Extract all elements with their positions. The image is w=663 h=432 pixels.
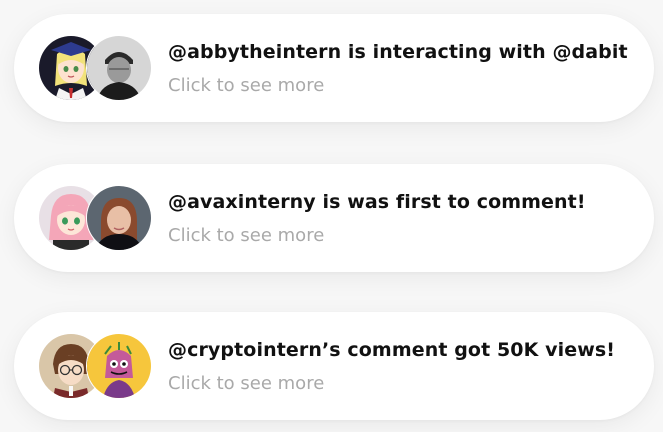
man-beanie-avatar	[86, 35, 152, 101]
notification-text: @avaxinterny is was first to comment! Cl…	[168, 191, 586, 246]
notification-text: @abbytheintern is interacting with @dabi…	[168, 41, 628, 96]
notification-title: @cryptointern’s comment got 50K views!	[168, 338, 616, 361]
man-beanie-photo	[87, 36, 151, 100]
woman-red-hair-photo	[87, 186, 151, 250]
notification-title: @avaxinterny is was first to comment!	[168, 190, 586, 213]
notification-card-2[interactable]: @avaxinterny is was first to comment! Cl…	[14, 164, 654, 272]
yellow-nft-character-icon	[87, 334, 151, 398]
avatar-group	[38, 185, 158, 251]
notification-subtitle[interactable]: Click to see more	[168, 225, 586, 246]
notification-subtitle[interactable]: Click to see more	[168, 75, 628, 96]
avatar-group	[38, 333, 158, 399]
notification-card-1[interactable]: @abbytheintern is interacting with @dabi…	[14, 14, 654, 122]
notification-card-3[interactable]: @cryptointern’s comment got 50K views! C…	[14, 312, 654, 420]
notification-title: @abbytheintern is interacting with @dabi…	[168, 40, 628, 63]
yellow-nft-character-avatar	[86, 333, 152, 399]
notification-subtitle[interactable]: Click to see more	[168, 373, 615, 394]
woman-red-hair-avatar	[86, 185, 152, 251]
notification-text: @cryptointern’s comment got 50K views! C…	[168, 339, 615, 394]
avatar-group	[38, 35, 158, 101]
